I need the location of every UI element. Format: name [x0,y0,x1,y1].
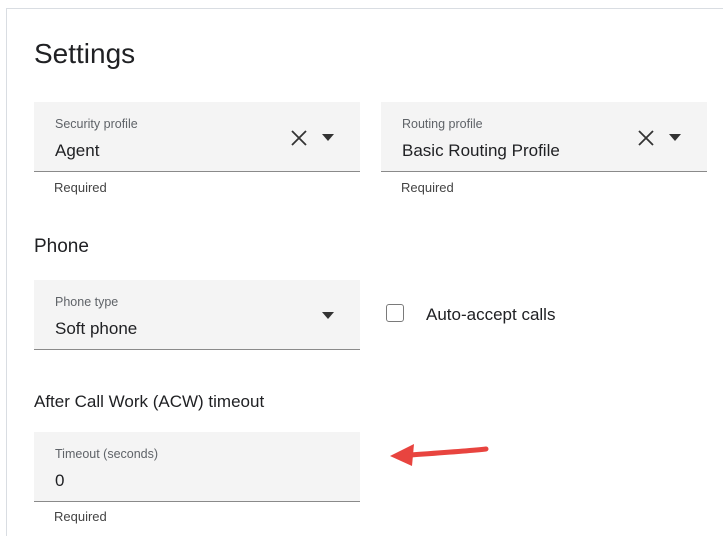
chevron-down-icon[interactable] [322,312,334,319]
chevron-down-icon[interactable] [322,134,334,141]
phone-type-select[interactable]: Phone type Soft phone [34,280,360,350]
phone-type-label: Phone type [55,295,119,309]
chevron-down-icon[interactable] [669,134,681,141]
acw-heading: After Call Work (ACW) timeout [34,392,265,411]
phone-type-value: Soft phone [55,319,138,338]
auto-accept-checkbox[interactable] [386,304,404,322]
routing-profile-select[interactable]: Routing profile Basic Routing Profile [381,102,707,172]
routing-profile-helper: Required [401,180,454,195]
arrow-left-icon [388,438,490,475]
security-profile-value: Agent [55,141,100,160]
security-profile-select[interactable]: Security profile Agent [34,102,360,172]
timeout-value[interactable]: 0 [55,471,64,491]
auto-accept-label[interactable]: Auto-accept calls [426,305,555,325]
close-icon[interactable] [637,129,655,147]
timeout-input[interactable]: Timeout (seconds) 0 [34,432,360,502]
routing-profile-label: Routing profile [402,117,483,131]
timeout-helper: Required [54,509,107,524]
security-profile-helper: Required [54,180,107,195]
routing-profile-value: Basic Routing Profile [402,141,560,160]
security-profile-label: Security profile [55,117,138,131]
close-icon[interactable] [290,129,308,147]
page-title: Settings [34,38,136,69]
timeout-label: Timeout (seconds) [55,447,159,461]
phone-heading: Phone [34,236,89,257]
